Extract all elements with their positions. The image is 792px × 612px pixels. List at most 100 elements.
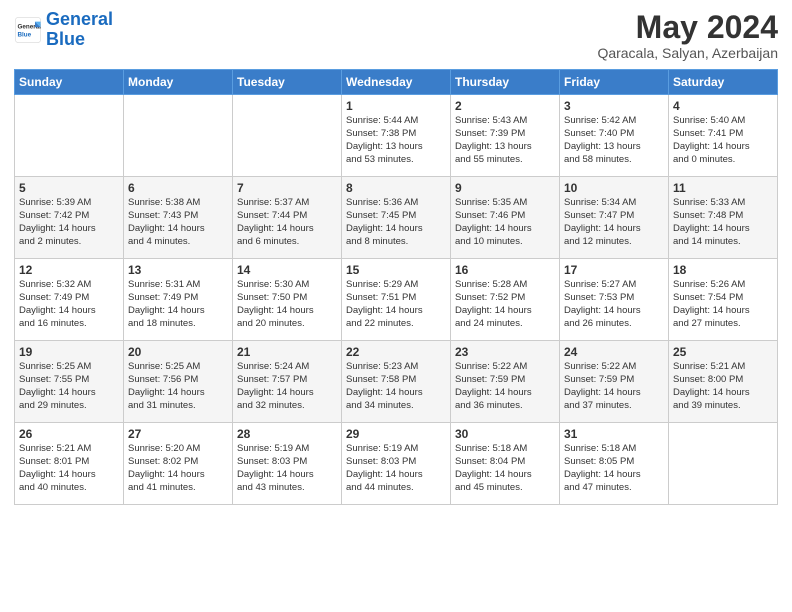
day-info: Sunrise: 5:34 AM Sunset: 7:47 PM Dayligh… [564,197,664,248]
title-block: May 2024 Qaracala, Salyan, Azerbaijan [597,10,778,61]
day-info: Sunrise: 5:22 AM Sunset: 7:59 PM Dayligh… [564,361,664,412]
calendar-cell: 31 Sunrise: 5:18 AM Sunset: 8:05 PM Dayli… [560,423,669,505]
day-info: Sunrise: 5:33 AM Sunset: 7:48 PM Dayligh… [673,197,773,248]
calendar-cell: 24Sunrise: 5:22 AM Sunset: 7:59 PM Dayli… [560,341,669,423]
day-info: Sunrise: 5:18 AM Sunset: 8:04 PM Dayligh… [455,443,555,494]
calendar-cell: 18 Sunrise: 5:26 AM Sunset: 7:54 PM Dayli… [669,259,778,341]
calendar-cell: 1 Sunrise: 5:44 AM Sunset: 7:38 PM Daylig… [342,95,451,177]
day-number: 13 [128,263,228,277]
calendar-cell: 12Sunrise: 5:32 AM Sunset: 7:49 PM Dayli… [15,259,124,341]
calendar-cell: 27 Sunrise: 5:20 AM Sunset: 8:02 PM Dayli… [124,423,233,505]
calendar-cell: 16 Sunrise: 5:28 AM Sunset: 7:52 PM Dayli… [451,259,560,341]
day-info: Sunrise: 5:24 AM Sunset: 7:57 PM Dayligh… [237,361,337,412]
day-number: 28 [237,427,337,441]
day-info: Sunrise: 5:39 AM Sunset: 7:42 PM Dayligh… [19,197,119,248]
calendar-cell: 30 Sunrise: 5:18 AM Sunset: 8:04 PM Dayli… [451,423,560,505]
calendar-cell: 29Sunrise: 5:19 AM Sunset: 8:03 PM Dayli… [342,423,451,505]
col-saturday: Saturday [669,70,778,95]
day-number: 23 [455,345,555,359]
calendar-cell [233,95,342,177]
day-info: Sunrise: 5:44 AM Sunset: 7:38 PM Dayligh… [346,115,446,166]
col-wednesday: Wednesday [342,70,451,95]
col-tuesday: Tuesday [233,70,342,95]
calendar-cell: 19 Sunrise: 5:25 AM Sunset: 7:55 PM Dayli… [15,341,124,423]
day-number: 11 [673,181,773,195]
day-number: 18 [673,263,773,277]
day-info: Sunrise: 5:28 AM Sunset: 7:52 PM Dayligh… [455,279,555,330]
day-info: Sunrise: 5:21 AM Sunset: 8:00 PM Dayligh… [673,361,773,412]
calendar-cell [669,423,778,505]
day-info: Sunrise: 5:37 AM Sunset: 7:44 PM Dayligh… [237,197,337,248]
logo-text: GeneralBlue [46,10,113,50]
calendar-cell: 23Sunrise: 5:22 AM Sunset: 7:59 PM Dayli… [451,341,560,423]
day-info: Sunrise: 5:19 AM Sunset: 8:03 PM Dayligh… [237,443,337,494]
day-number: 6 [128,181,228,195]
calendar-cell: 2Sunrise: 5:43 AM Sunset: 7:39 PM Daylig… [451,95,560,177]
day-number: 12 [19,263,119,277]
day-info: Sunrise: 5:20 AM Sunset: 8:02 PM Dayligh… [128,443,228,494]
day-number: 19 [19,345,119,359]
day-info: Sunrise: 5:18 AM Sunset: 8:05 PM Dayligh… [564,443,664,494]
day-number: 31 [564,427,664,441]
calendar-cell: 13 Sunrise: 5:31 AM Sunset: 7:49 PM Dayli… [124,259,233,341]
week-row-3: 12Sunrise: 5:32 AM Sunset: 7:49 PM Dayli… [15,259,778,341]
day-number: 4 [673,99,773,113]
location: Qaracala, Salyan, Azerbaijan [597,45,778,61]
day-info: Sunrise: 5:40 AM Sunset: 7:41 PM Dayligh… [673,115,773,166]
day-info: Sunrise: 5:23 AM Sunset: 7:58 PM Dayligh… [346,361,446,412]
day-number: 3 [564,99,664,113]
day-number: 8 [346,181,446,195]
day-number: 27 [128,427,228,441]
day-info: Sunrise: 5:21 AM Sunset: 8:01 PM Dayligh… [19,443,119,494]
day-number: 20 [128,345,228,359]
calendar-cell: 14Sunrise: 5:30 AM Sunset: 7:50 PM Dayli… [233,259,342,341]
day-info: Sunrise: 5:29 AM Sunset: 7:51 PM Dayligh… [346,279,446,330]
day-info: Sunrise: 5:25 AM Sunset: 7:55 PM Dayligh… [19,361,119,412]
day-info: Sunrise: 5:38 AM Sunset: 7:43 PM Dayligh… [128,197,228,248]
header-row: Sunday Monday Tuesday Wednesday Thursday… [15,70,778,95]
day-info: Sunrise: 5:31 AM Sunset: 7:49 PM Dayligh… [128,279,228,330]
calendar-cell: 5Sunrise: 5:39 AM Sunset: 7:42 PM Daylig… [15,177,124,259]
calendar-cell: 20 Sunrise: 5:25 AM Sunset: 7:56 PM Dayli… [124,341,233,423]
calendar-cell: 28 Sunrise: 5:19 AM Sunset: 8:03 PM Dayli… [233,423,342,505]
day-number: 16 [455,263,555,277]
calendar-cell: 3 Sunrise: 5:42 AM Sunset: 7:40 PM Daylig… [560,95,669,177]
day-number: 25 [673,345,773,359]
day-number: 26 [19,427,119,441]
day-number: 1 [346,99,446,113]
week-row-4: 19 Sunrise: 5:25 AM Sunset: 7:55 PM Dayli… [15,341,778,423]
day-info: Sunrise: 5:35 AM Sunset: 7:46 PM Dayligh… [455,197,555,248]
calendar-cell: 11 Sunrise: 5:33 AM Sunset: 7:48 PM Dayli… [669,177,778,259]
calendar-cell: 26 Sunrise: 5:21 AM Sunset: 8:01 PM Dayli… [15,423,124,505]
page-container: General Blue GeneralBlue May 2024 Qaraca… [0,0,792,515]
calendar-cell: 8 Sunrise: 5:36 AM Sunset: 7:45 PM Daylig… [342,177,451,259]
calendar-cell: 10 Sunrise: 5:34 AM Sunset: 7:47 PM Dayli… [560,177,669,259]
day-number: 7 [237,181,337,195]
day-number: 14 [237,263,337,277]
day-info: Sunrise: 5:27 AM Sunset: 7:53 PM Dayligh… [564,279,664,330]
col-sunday: Sunday [15,70,124,95]
calendar-cell: 22Sunrise: 5:23 AM Sunset: 7:58 PM Dayli… [342,341,451,423]
calendar-cell: 25 Sunrise: 5:21 AM Sunset: 8:00 PM Dayli… [669,341,778,423]
day-number: 21 [237,345,337,359]
calendar-cell: 17 Sunrise: 5:27 AM Sunset: 7:53 PM Dayli… [560,259,669,341]
day-number: 15 [346,263,446,277]
calendar-cell: 21 Sunrise: 5:24 AM Sunset: 7:57 PM Dayli… [233,341,342,423]
week-row-5: 26 Sunrise: 5:21 AM Sunset: 8:01 PM Dayli… [15,423,778,505]
calendar-cell [124,95,233,177]
logo: General Blue GeneralBlue [14,10,113,50]
day-info: Sunrise: 5:25 AM Sunset: 7:56 PM Dayligh… [128,361,228,412]
day-number: 9 [455,181,555,195]
day-number: 10 [564,181,664,195]
day-number: 30 [455,427,555,441]
calendar-cell: 4 Sunrise: 5:40 AM Sunset: 7:41 PM Daylig… [669,95,778,177]
header: General Blue GeneralBlue May 2024 Qaraca… [14,10,778,61]
col-friday: Friday [560,70,669,95]
day-info: Sunrise: 5:42 AM Sunset: 7:40 PM Dayligh… [564,115,664,166]
day-info: Sunrise: 5:26 AM Sunset: 7:54 PM Dayligh… [673,279,773,330]
day-number: 29 [346,427,446,441]
calendar-cell: 15 Sunrise: 5:29 AM Sunset: 7:51 PM Dayli… [342,259,451,341]
week-row-1: 1 Sunrise: 5:44 AM Sunset: 7:38 PM Daylig… [15,95,778,177]
day-info: Sunrise: 5:36 AM Sunset: 7:45 PM Dayligh… [346,197,446,248]
day-number: 17 [564,263,664,277]
